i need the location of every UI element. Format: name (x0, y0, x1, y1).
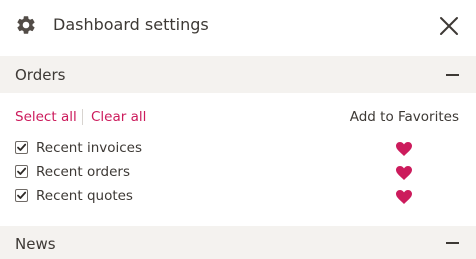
bulk-actions-row: Select all Clear all Add to Favorites (0, 106, 476, 128)
section-header-news[interactable]: News (0, 226, 476, 259)
list-item-recent-quotes: Recent quotes (0, 186, 476, 208)
close-icon[interactable] (437, 14, 461, 38)
section-title-orders: Orders (15, 66, 66, 84)
checkbox-recent-orders[interactable] (15, 165, 28, 178)
heart-icon[interactable] (396, 141, 412, 156)
select-all-link[interactable]: Select all (15, 108, 77, 126)
minus-icon[interactable] (440, 231, 464, 255)
item-label: Recent orders (36, 164, 130, 180)
dialog-title: Dashboard settings (53, 15, 209, 34)
minus-icon[interactable] (440, 63, 464, 87)
link-separator (82, 109, 83, 125)
list-item-recent-invoices: Recent invoices (0, 138, 476, 160)
list-item-recent-orders: Recent orders (0, 162, 476, 184)
section-title-news: News (15, 235, 56, 253)
heart-icon[interactable] (396, 189, 412, 204)
heart-icon[interactable] (396, 165, 412, 180)
item-label: Recent invoices (36, 140, 143, 156)
collapse-bar (446, 242, 459, 244)
panel-header: Dashboard settings (0, 0, 476, 52)
check-icon (17, 167, 27, 175)
check-icon (17, 143, 27, 151)
gear-icon (15, 14, 37, 36)
checkbox-recent-quotes[interactable] (15, 189, 28, 202)
section-header-orders[interactable]: Orders (0, 56, 476, 93)
collapse-bar (446, 74, 459, 76)
check-icon (17, 191, 27, 199)
checkbox-recent-invoices[interactable] (15, 141, 28, 154)
favorites-column-header: Add to Favorites (349, 109, 459, 125)
clear-all-link[interactable]: Clear all (91, 108, 146, 126)
item-label: Recent quotes (36, 188, 133, 204)
